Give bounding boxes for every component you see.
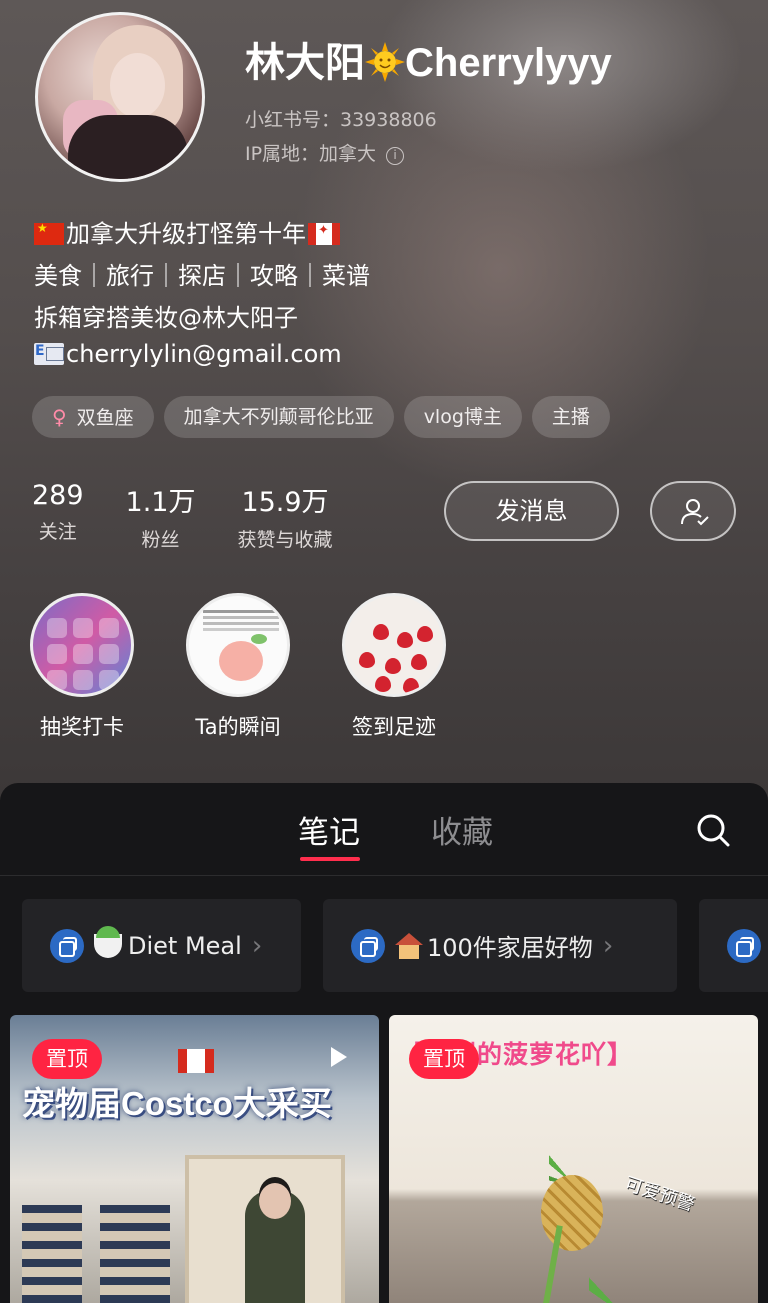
stat-following-count: 289: [32, 480, 84, 511]
album-home-goods-label: 100件家居好物: [427, 934, 593, 962]
profile-name-prefix: 林大阳: [245, 41, 365, 85]
active-tab-indicator: [300, 857, 360, 861]
stat-likes-count: 15.9万: [241, 487, 329, 518]
tag-zodiac[interactable]: ♀ 双鱼座: [32, 396, 154, 438]
profile-tags: ♀ 双鱼座 加拿大不列颠哥伦比亚 vlog博主 主播: [32, 396, 610, 438]
highlight-lottery-label: 抽奖打卡: [40, 715, 124, 739]
note-card[interactable]: 【买到的菠萝花吖】 置顶 可爱预警: [389, 1015, 758, 1303]
album-home-goods[interactable]: 100件家居好物 ›: [323, 899, 677, 992]
tag-zodiac-label: 双鱼座: [76, 407, 134, 429]
stat-following[interactable]: 289 关注: [32, 480, 84, 552]
search-icon[interactable]: [696, 813, 730, 847]
canada-flag-icon: [178, 1049, 214, 1073]
avatar-dress: [68, 115, 188, 179]
tag-streamer[interactable]: 主播: [531, 396, 610, 438]
sun-icon: [365, 42, 405, 82]
tag-vlog[interactable]: vlog博主: [403, 396, 522, 438]
chevron-right-icon: ›: [251, 930, 263, 961]
house-icon: [395, 932, 423, 959]
chevron-right-icon: ›: [602, 930, 614, 961]
bio-line-2: 美食｜旅行｜探店｜攻略｜菜谱: [34, 262, 370, 290]
stack-icon: [727, 928, 761, 963]
highlight-checkin-thumb: [342, 593, 446, 697]
profile-name-suffix: Cherrylyyy: [405, 41, 612, 85]
highlight-checkin[interactable]: 签到足迹: [342, 593, 446, 741]
stat-followers[interactable]: 1.1万 粉丝: [126, 480, 196, 552]
collection-albums: Diet Meal › 100件家居好物 ›: [22, 899, 768, 992]
bio-email-text: cherrylylin@gmail.com: [66, 340, 342, 368]
avatar[interactable]: [35, 12, 205, 182]
highlight-moments-label: Ta的瞬间: [195, 715, 281, 739]
pineapple-leaves: [589, 1245, 659, 1303]
highlights: 抽奖打卡 Ta的瞬间 签到足迹: [30, 593, 498, 741]
bio-email: cherrylylin@gmail.com: [34, 340, 342, 368]
stat-followers-label: 粉丝: [141, 529, 180, 551]
highlight-lottery-thumb: [30, 593, 134, 697]
ip-location: IP属地：加拿大 i: [245, 139, 405, 166]
card-person-head: [259, 1183, 291, 1219]
notes-grid: 置顶 宠物届Costco大采买 【买到的菠萝花吖】 置顶 可爱预警: [10, 1015, 768, 1303]
highlight-lottery[interactable]: 抽奖打卡: [30, 593, 134, 741]
highlight-moments-thumb: [186, 593, 290, 697]
content-panel: 笔记 收藏 Diet Meal › 100件家居好物 › 置顶 宠物届Costc…: [0, 783, 768, 1303]
highlight-moments[interactable]: Ta的瞬间: [186, 593, 290, 741]
tag-location[interactable]: 加拿大不列颠哥伦比亚: [163, 396, 394, 438]
highlight-checkin-label: 签到足迹: [352, 715, 436, 739]
profile-stats: 289 关注 1.1万 粉丝 15.9万 获赞与收藏: [32, 480, 375, 552]
info-icon[interactable]: i: [386, 147, 405, 165]
tab-collections[interactable]: 收藏: [431, 807, 493, 852]
ip-location-text: IP属地：加拿大: [245, 143, 377, 165]
salad-icon: [94, 925, 122, 958]
stat-likes-label: 获赞与收藏: [237, 529, 333, 551]
send-message-button[interactable]: 发消息: [444, 481, 619, 541]
profile-name: 林大阳 Cherrylyyy: [245, 30, 612, 88]
play-icon: [331, 1047, 347, 1067]
content-tabs: 笔记 收藏: [0, 783, 768, 876]
note-title: 宠物届Costco大采买: [22, 1085, 332, 1122]
canada-flag-icon: [308, 223, 340, 245]
china-flag-icon: [34, 221, 64, 245]
album-more[interactable]: [699, 899, 768, 992]
avatar-face: [110, 53, 165, 118]
card-shelf: [22, 1205, 82, 1303]
bio-line-1-text: 加拿大升级打怪第十年: [66, 220, 306, 248]
pinned-badge: 置顶: [409, 1039, 479, 1079]
stat-likes[interactable]: 15.9万 获赞与收藏: [238, 480, 333, 552]
note-sticker: 可爱预警: [622, 1173, 698, 1216]
album-diet-meal[interactable]: Diet Meal ›: [22, 899, 301, 992]
email-icon: [34, 343, 64, 365]
stat-following-label: 关注: [38, 521, 77, 543]
card-shelf: [100, 1205, 170, 1303]
follow-status-button[interactable]: [650, 481, 736, 541]
stack-icon: [351, 928, 385, 963]
tab-notes[interactable]: 笔记: [298, 807, 360, 852]
profile-header: 林大阳 Cherrylyyy 小红书号：33938806 IP属地：加拿大 i 加…: [0, 0, 768, 800]
stat-followers-count: 1.1万: [125, 487, 196, 518]
pinned-badge: 置顶: [32, 1039, 102, 1079]
album-diet-meal-label: Diet Meal: [128, 931, 242, 960]
pineapple: [541, 1175, 603, 1251]
bio-line-1: 加拿大升级打怪第十年: [34, 214, 340, 249]
user-check-icon: [681, 499, 709, 526]
bio-line-3: 拆箱穿搭美妆@林大阳子: [34, 304, 298, 332]
stack-icon: [50, 928, 84, 963]
red-id[interactable]: 小红书号：33938806: [245, 105, 437, 132]
note-card[interactable]: 置顶 宠物届Costco大采买: [10, 1015, 379, 1303]
female-icon: ♀: [52, 405, 67, 429]
pineapple-leaves: [549, 1085, 599, 1185]
